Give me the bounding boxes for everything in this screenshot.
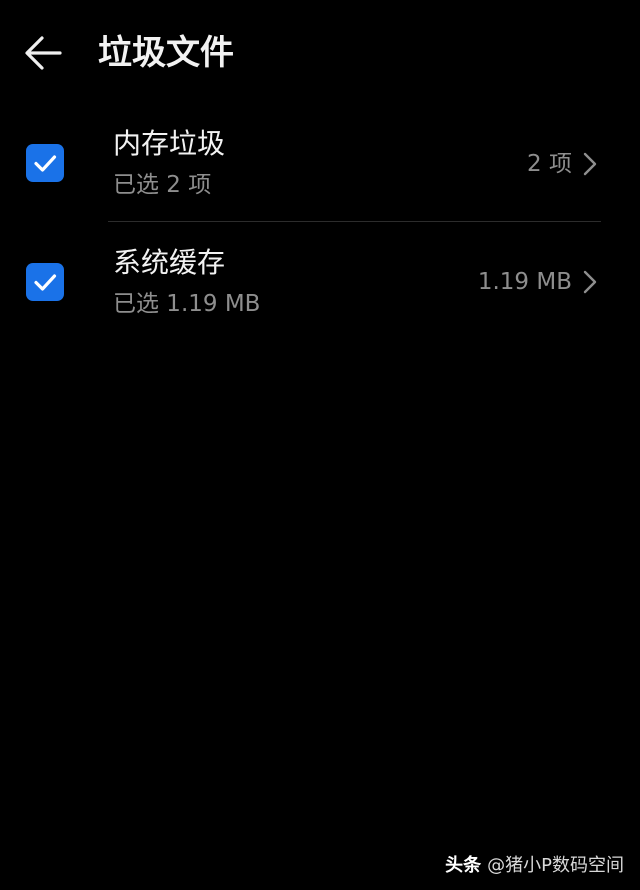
item-value: 2 项: [527, 151, 572, 177]
item-value: 1.19 MB: [477, 269, 572, 295]
chevron-right-icon: [583, 270, 597, 294]
watermark-brand: 头条: [445, 855, 482, 876]
item-subtitle: 已选 2 项: [113, 172, 212, 198]
checkmark-icon: [34, 274, 57, 291]
arrow-left-icon: [25, 36, 62, 70]
watermark-handle: @猪小P数码空间: [487, 855, 624, 876]
app-header: 垃圾文件: [0, 0, 640, 106]
divider: [108, 221, 601, 222]
memory-junk-checkbox[interactable]: [26, 144, 64, 182]
list-item-memory-junk[interactable]: 内存垃圾 已选 2 项 2 项: [0, 106, 640, 224]
back-button[interactable]: [20, 30, 68, 76]
list-item-system-cache[interactable]: 系统缓存 已选 1.19 MB 1.19 MB: [0, 224, 640, 342]
checkmark-icon: [34, 155, 57, 172]
item-title: 内存垃圾: [113, 127, 226, 160]
page-title: 垃圾文件: [98, 33, 234, 73]
item-title: 系统缓存: [113, 246, 226, 279]
chevron-right-icon: [583, 152, 597, 176]
item-subtitle: 已选 1.19 MB: [113, 291, 261, 317]
system-cache-checkbox[interactable]: [26, 263, 64, 301]
watermark: 头条 @猪小P数码空间: [445, 854, 624, 878]
